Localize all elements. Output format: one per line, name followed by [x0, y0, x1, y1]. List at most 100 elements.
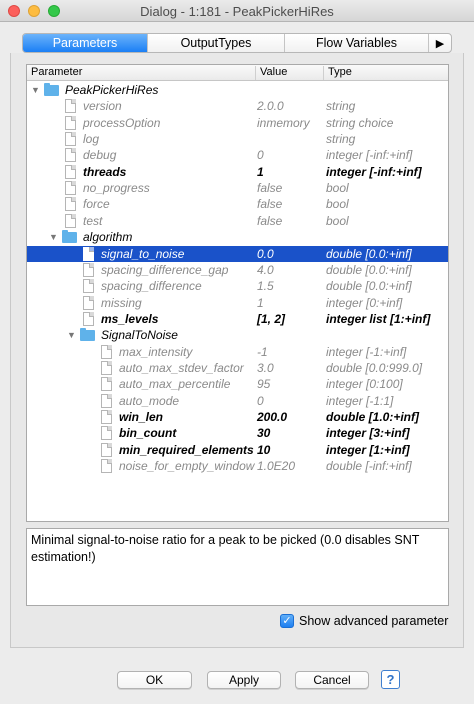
parameter-type: bool	[326, 181, 349, 196]
file-icon	[65, 115, 76, 130]
table-row[interactable]: win_len 200.0 double [1.0:+inf]	[27, 409, 448, 425]
parameter-value[interactable]: 3.0	[257, 361, 274, 375]
table-row[interactable]: spacing_difference_gap 4.0 double [0.0:+in…	[27, 262, 448, 278]
table-row[interactable]: processOption inmemory string choice	[27, 115, 448, 131]
parameter-type: double [0.0:+inf]	[326, 246, 412, 261]
parameter-value[interactable]: 4.0	[257, 263, 274, 277]
table-row[interactable]: spacing_difference 1.5 double [0.0:+inf]	[27, 278, 448, 294]
parameter-type: string choice	[326, 115, 394, 130]
table-row[interactable]: auto_mode 0 integer [-1:1]	[27, 393, 448, 409]
expand-arrow-icon[interactable]: ▼	[67, 329, 77, 341]
apply-button[interactable]: Apply	[207, 671, 281, 689]
show-advanced-label[interactable]: Show advanced parameter	[299, 614, 448, 628]
expand-arrow-icon[interactable]: ▼	[31, 84, 41, 96]
parameter-name: bin_count	[119, 426, 177, 441]
parameter-name: SignalToNoise	[101, 328, 178, 343]
table-row[interactable]: auto_max_percentile 95 integer [0:100]	[27, 376, 448, 392]
parameter-value[interactable]: 10	[257, 443, 270, 457]
table-row[interactable]: ms_levels [1, 2] integer list [1:+inf]	[27, 311, 448, 327]
parameter-name: algorithm	[83, 230, 133, 245]
window-title: Dialog - 1:181 - PeakPickerHiRes	[140, 4, 334, 19]
table-row[interactable]: missing 1 integer [0:+inf]	[27, 295, 448, 311]
table-row[interactable]: test false bool	[27, 213, 448, 229]
table-row[interactable]: force false bool	[27, 196, 448, 212]
parameter-name: debug	[83, 148, 117, 163]
parameter-name: auto_max_stdev_factor	[119, 360, 244, 375]
checkmark-icon[interactable]: ✓	[280, 614, 294, 628]
table-row[interactable]: max_intensity -1 integer [-1:+inf]	[27, 344, 448, 360]
tree-folder-row[interactable]: ▼ SignalToNoise	[27, 327, 448, 343]
table-header: Parameter Value Type	[27, 65, 448, 81]
parameter-description: Minimal signal-to-noise ratio for a peak…	[26, 528, 449, 606]
ok-button[interactable]: OK	[117, 671, 192, 689]
parameter-name: test	[83, 213, 103, 228]
file-icon	[83, 262, 94, 277]
table-row[interactable]: threads 1 integer [-inf:+inf]	[27, 164, 448, 180]
tab-flow-variables[interactable]: Flow Variables	[285, 34, 429, 52]
file-icon	[65, 99, 76, 114]
parameter-value[interactable]: 1	[257, 165, 264, 179]
parameter-table: Parameter Value Type ▼ PeakPickerHiRes ver…	[26, 64, 449, 522]
cancel-button[interactable]: Cancel	[295, 671, 369, 689]
parameter-value[interactable]: 95	[257, 377, 270, 391]
parameter-type: string	[326, 99, 356, 114]
tab-parameters[interactable]: Parameters	[23, 34, 148, 52]
file-icon	[101, 360, 112, 375]
column-header-value[interactable]: Value	[256, 66, 324, 80]
parameter-type: double [0.0:+inf]	[326, 262, 412, 277]
parameter-value[interactable]: false	[257, 181, 282, 195]
table-row[interactable]: version 2.0.0 string	[27, 98, 448, 114]
tab-output-types[interactable]: OutputTypes	[148, 34, 285, 52]
parameter-type: string	[326, 132, 356, 147]
file-icon	[101, 442, 112, 457]
parameter-name: spacing_difference	[101, 279, 202, 294]
column-header-type[interactable]: Type	[324, 66, 448, 80]
file-icon	[101, 393, 112, 408]
parameter-value[interactable]: 1.5	[257, 279, 274, 293]
parameter-name: signal_to_noise	[101, 246, 185, 261]
tab-scroll-right-icon[interactable]: ▶	[429, 34, 451, 52]
column-header-parameter[interactable]: Parameter	[27, 66, 256, 80]
tab-bar: Parameters OutputTypes Flow Variables ▶	[22, 33, 452, 53]
tree-folder-row[interactable]: ▼ PeakPickerHiRes	[27, 82, 448, 98]
table-row[interactable]: signal_to_noise 0.0 double [0.0:+inf]	[27, 245, 448, 262]
help-icon[interactable]: ?	[381, 670, 400, 689]
parameter-name: threads	[83, 164, 127, 179]
parameter-name: spacing_difference_gap	[101, 262, 229, 277]
parameter-value[interactable]: false	[257, 214, 282, 228]
table-row[interactable]: noise_for_empty_window 1.0E20 double [-inf…	[27, 458, 448, 474]
parameter-value[interactable]: 0	[257, 148, 264, 162]
tree-folder-row[interactable]: ▼ algorithm	[27, 229, 448, 245]
file-icon	[101, 377, 112, 392]
file-icon	[65, 197, 76, 212]
table-row[interactable]: bin_count 30 integer [3:+inf]	[27, 425, 448, 441]
parameter-value[interactable]: 0	[257, 394, 264, 408]
parameter-type: double [-inf:+inf]	[326, 459, 412, 474]
table-row[interactable]: no_progress false bool	[27, 180, 448, 196]
table-row[interactable]: debug 0 integer [-inf:+inf]	[27, 147, 448, 163]
parameter-value[interactable]: -1	[257, 345, 268, 359]
parameter-value[interactable]: 0.0	[257, 247, 274, 261]
title-bar: Dialog - 1:181 - PeakPickerHiRes	[0, 0, 474, 22]
file-icon	[65, 148, 76, 163]
show-advanced-toggle[interactable]: ✓ Show advanced parameter	[280, 613, 448, 629]
table-row[interactable]: auto_max_stdev_factor 3.0 double [0.0:999.…	[27, 360, 448, 376]
parameter-value[interactable]: 1	[257, 296, 264, 310]
file-icon	[83, 311, 94, 326]
parameter-name: auto_mode	[119, 393, 180, 408]
parameter-name: missing	[101, 295, 142, 310]
parameter-value[interactable]: 30	[257, 426, 270, 440]
parameter-name: auto_max_percentile	[119, 377, 231, 392]
parameter-value[interactable]: inmemory	[257, 116, 310, 130]
parameter-name: win_len	[119, 410, 164, 424]
expand-arrow-icon[interactable]: ▼	[49, 231, 59, 243]
parameter-value[interactable]: [1, 2]	[257, 312, 285, 326]
parameter-value[interactable]: false	[257, 197, 282, 211]
parameter-value[interactable]: 200.0	[257, 410, 287, 424]
parameter-value[interactable]: 2.0.0	[257, 99, 284, 113]
parameter-type: bool	[326, 213, 349, 228]
table-row[interactable]: log string	[27, 131, 448, 147]
parameter-type: integer [-inf:+inf]	[326, 148, 413, 163]
table-row[interactable]: min_required_elements 10 integer [1:+inf]	[27, 442, 448, 458]
parameter-value[interactable]: 1.0E20	[257, 459, 295, 473]
